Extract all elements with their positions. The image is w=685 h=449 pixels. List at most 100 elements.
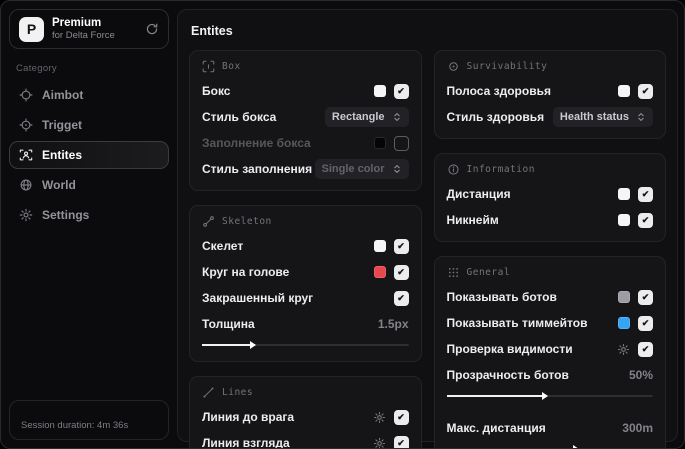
row-enemy-line: Линия до врага ✔ — [202, 407, 409, 427]
skeleton-checkbox[interactable]: ✔ — [393, 238, 409, 254]
check-icon: ✔ — [397, 240, 405, 251]
row-filled-circle: Закрашенный круг ✔ — [202, 288, 409, 308]
section-general-header: General — [447, 266, 654, 279]
right-column: Survivability Полоса здоровья ✔ Стиль зд… — [433, 50, 666, 448]
refresh-icon[interactable] — [145, 22, 159, 36]
section-general: General Показывать ботов ✔ Показывать ти… — [433, 256, 666, 448]
check-icon: ✔ — [641, 85, 650, 96]
check-icon: ✔ — [641, 291, 650, 302]
filled-circle-checkbox[interactable]: ✔ — [393, 290, 409, 306]
color-swatch[interactable] — [373, 85, 386, 97]
thickness-value: 1.5px — [377, 317, 409, 331]
brand-subtitle: for Delta Force — [52, 30, 115, 42]
app-window: P Premium for Delta Force Category Aimbo… — [0, 0, 685, 449]
color-swatch[interactable] — [618, 317, 630, 329]
box-style-dropdown[interactable]: Rectangle — [324, 107, 409, 127]
row-label: Бокс — [202, 84, 231, 98]
nickname-checkbox[interactable]: ✔ — [638, 212, 653, 228]
color-swatch[interactable] — [373, 266, 386, 278]
bot-opacity-slider[interactable] — [446, 392, 653, 401]
section-title: Lines — [222, 387, 254, 398]
health-style-dropdown[interactable]: Health status — [552, 107, 653, 127]
row-label: Полоса здоровья — [446, 84, 551, 98]
section-skeleton-header: Skeleton — [202, 215, 409, 228]
line-settings-gear-icon[interactable] — [373, 437, 386, 448]
row-label: Линия взгляда — [202, 436, 290, 449]
person-scan-icon — [19, 148, 33, 162]
color-swatch[interactable] — [618, 214, 630, 226]
slider-thumb[interactable] — [249, 341, 256, 349]
row-fill-style: Стиль заполнения Single color — [202, 159, 409, 179]
fill-style-dropdown[interactable]: Single color — [314, 159, 409, 179]
app-logo: P — [19, 16, 44, 42]
slider-thumb[interactable] — [572, 445, 579, 448]
session-duration-box: Session duration: 4m 36s — [9, 400, 169, 440]
row-label: Стиль бокса — [202, 110, 277, 124]
bot-opacity-value: 50% — [628, 368, 653, 382]
row-box-fill: Заполнение бокса ✔ — [202, 133, 409, 153]
box-fill-checkbox[interactable]: ✔ — [393, 135, 409, 151]
gear-icon — [19, 208, 33, 222]
show-teammates-checkbox[interactable]: ✔ — [638, 315, 653, 331]
view-line-checkbox[interactable]: ✔ — [393, 435, 409, 448]
show-bots-checkbox[interactable]: ✔ — [638, 289, 653, 305]
row-label: Макс. дистанция — [446, 421, 546, 435]
color-swatch[interactable] — [618, 291, 630, 303]
sidebar-item-settings[interactable]: Settings — [9, 201, 169, 229]
sidebar-item-label: Settings — [42, 208, 90, 222]
dropdown-value: Single color — [321, 163, 385, 175]
box-checkbox[interactable]: ✔ — [393, 83, 409, 99]
distance-checkbox[interactable]: ✔ — [638, 186, 653, 202]
section-title: Survivability — [466, 61, 548, 72]
row-label: Дистанция — [446, 187, 511, 201]
bone-icon — [202, 215, 215, 228]
line-settings-gear-icon[interactable] — [373, 411, 386, 424]
chevrons-up-down-icon — [392, 164, 402, 174]
slider-fill — [446, 395, 546, 397]
dropdown-value: Health status — [559, 111, 629, 123]
sidebar-item-aimbot[interactable]: Aimbot — [9, 81, 169, 109]
check-icon: ✔ — [397, 411, 405, 422]
section-skeleton: Skeleton Скелет ✔ Круг на голове ✔ Закра… — [189, 205, 422, 362]
category-label: Category — [16, 63, 57, 74]
row-label: Никнейм — [446, 213, 499, 227]
row-label: Круг на голове — [202, 265, 290, 279]
check-icon: ✔ — [397, 85, 405, 96]
row-label: Закрашенный круг — [202, 291, 314, 305]
check-icon: ✔ — [641, 214, 650, 225]
brand-card: P Premium for Delta Force — [9, 9, 169, 49]
check-icon: ✔ — [641, 343, 650, 354]
color-swatch[interactable] — [618, 85, 630, 97]
sidebar-item-trigget[interactable]: Trigget — [9, 111, 169, 139]
section-box-header: Box — [202, 60, 409, 73]
row-bot-opacity: Прозрачность ботов 50% — [447, 365, 654, 385]
sidebar-nav: Aimbot Trigget Entites World Settings — [9, 81, 169, 229]
row-max-distance: Макс. дистанция 300m — [447, 418, 654, 438]
row-nickname: Никнейм ✔ — [446, 210, 653, 230]
health-bar-checkbox[interactable]: ✔ — [638, 83, 653, 99]
row-show-bots: Показывать ботов ✔ — [447, 287, 653, 307]
grid-dots-icon — [447, 266, 460, 279]
box-scan-icon — [202, 60, 215, 73]
row-distance: Дистанция ✔ — [446, 184, 653, 204]
thickness-slider[interactable] — [202, 341, 409, 350]
sidebar-item-entites[interactable]: Entites — [9, 141, 169, 169]
enemy-line-checkbox[interactable]: ✔ — [393, 409, 409, 425]
color-swatch[interactable] — [373, 240, 386, 252]
row-visibility-check: Проверка видимости ✔ — [447, 339, 653, 359]
head-circle-checkbox[interactable]: ✔ — [393, 264, 409, 280]
color-swatch[interactable] — [373, 137, 386, 149]
sidebar-item-label: World — [42, 178, 76, 192]
visibility-check-checkbox[interactable]: ✔ — [638, 341, 653, 357]
row-label: Показывать тиммейтов — [446, 316, 588, 330]
color-swatch[interactable] — [618, 188, 630, 200]
max-distance-slider[interactable] — [447, 445, 654, 448]
row-skeleton: Скелет ✔ — [202, 236, 409, 256]
slider-thumb[interactable] — [541, 392, 548, 400]
check-icon: ✔ — [397, 292, 405, 303]
sidebar-item-world[interactable]: World — [9, 171, 169, 199]
sidebar: P Premium for Delta Force Category Aimbo… — [1, 1, 177, 448]
trigger-icon — [19, 118, 33, 132]
visibility-settings-gear-icon[interactable] — [617, 343, 630, 356]
info-icon — [447, 163, 460, 176]
